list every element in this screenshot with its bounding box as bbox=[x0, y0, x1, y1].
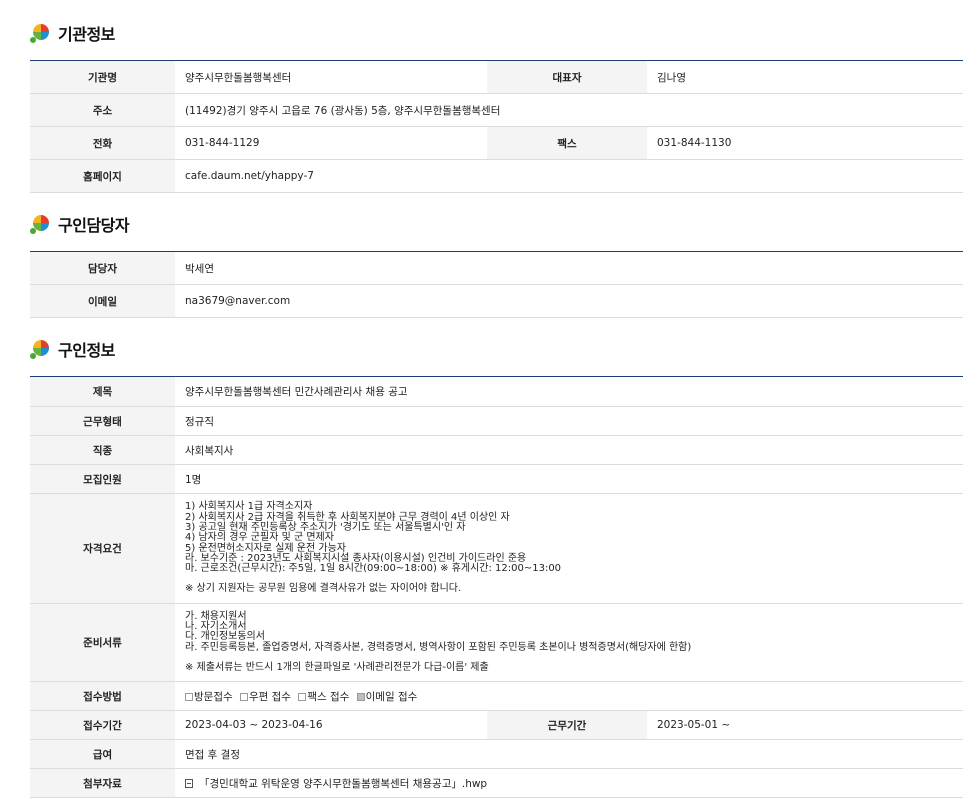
job-qual-label: 자격요건 bbox=[30, 493, 175, 604]
job-count-label: 모집인원 bbox=[30, 464, 175, 494]
checkbox-icon bbox=[298, 692, 307, 701]
table-row: 제목 양주시무한돌봄행복센터 민간사례관리사 채용 공고 bbox=[30, 376, 963, 407]
table-row: 모집인원 1명 bbox=[30, 464, 963, 494]
org-table: 기관명 양주시무한돌봄행복센터 대표자 김나영 주소 (11492)경기 양주시… bbox=[30, 60, 963, 193]
job-period-label: 접수기간 bbox=[30, 710, 175, 740]
method-visit: 방문접수 bbox=[185, 691, 233, 703]
contact-person: 박세연 bbox=[175, 251, 963, 285]
org-name-label: 기관명 bbox=[30, 60, 175, 94]
table-row: 기관명 양주시무한돌봄행복센터 대표자 김나영 bbox=[30, 60, 963, 94]
org-fax-label: 팩스 bbox=[487, 126, 647, 160]
org-addr-label: 주소 bbox=[30, 93, 175, 127]
job-title: 양주시무한돌봄행복센터 민간사례관리사 채용 공고 bbox=[175, 376, 963, 407]
table-row: 주소 (11492)경기 양주시 고읍로 76 (광사동) 5층, 양주시무한돌… bbox=[30, 93, 963, 127]
qual-line: 4) 남자의 경우 군필자 및 군 면제자 bbox=[185, 532, 334, 544]
job-methods: 방문접수 우편 접수 팩스 접수 이메일 접수 bbox=[175, 681, 963, 711]
method-label: 팩스 접수 bbox=[307, 690, 350, 703]
method-label: 우편 접수 bbox=[248, 690, 291, 703]
job-type-label: 근무형태 bbox=[30, 406, 175, 436]
job-occupation-label: 직종 bbox=[30, 435, 175, 465]
contact-email: na3679@naver.com bbox=[175, 284, 963, 318]
bullet-logo-icon bbox=[30, 22, 52, 44]
table-row: 접수기간 2023-04-03 ~ 2023-04-16 근무기간 2023-0… bbox=[30, 710, 963, 740]
job-period: 2023-04-03 ~ 2023-04-16 bbox=[175, 710, 487, 740]
table-row: 자격요건 1) 사회복지사 1급 자격소지자 2) 사회복지사 2급 자격을 취… bbox=[30, 493, 963, 604]
job-table: 제목 양주시무한돌봄행복센터 민간사례관리사 채용 공고 근무형태 정규직 직종… bbox=[30, 376, 963, 798]
docs-line: 가. 채용지원서 bbox=[185, 610, 247, 622]
job-work-period: 2023-05-01 ~ bbox=[647, 710, 963, 740]
table-row: 직종 사회복지사 bbox=[30, 435, 963, 465]
qual-line: 마. 근로조건(근무시간): 주5일, 1일 8시간(09:00~18:00) … bbox=[185, 563, 562, 575]
job-salary: 면접 후 결정 bbox=[175, 739, 963, 769]
job-docs: 가. 채용지원서 나. 자기소개서 다. 개인정보동의서 라. 주민등록등본, … bbox=[175, 603, 963, 682]
org-fax: 031-844-1130 bbox=[647, 126, 963, 160]
job-method-label: 접수방법 bbox=[30, 681, 175, 711]
job-count: 1명 bbox=[175, 464, 963, 494]
contact-person-label: 담당자 bbox=[30, 251, 175, 285]
table-row: 근무형태 정규직 bbox=[30, 406, 963, 436]
org-tel: 031-844-1129 bbox=[175, 126, 487, 160]
job-salary-label: 급여 bbox=[30, 739, 175, 769]
file-icon bbox=[185, 778, 193, 788]
checkbox-icon bbox=[185, 692, 193, 701]
job-type: 정규직 bbox=[175, 406, 963, 436]
job-docs-label: 준비서류 bbox=[30, 603, 175, 682]
docs-line: 라. 주민등록등본, 졸업증명서, 자격증사본, 경력증명서, 병역사항이 포함… bbox=[185, 641, 692, 653]
table-row: 홈페이지 cafe.daum.net/yhappy-7 bbox=[30, 159, 963, 193]
docs-line: 나. 자기소개서 bbox=[185, 621, 247, 633]
section-title-org: 기관정보 bbox=[58, 25, 115, 44]
job-occupation: 사회복지사 bbox=[175, 435, 963, 465]
page: 기관정보 기관명 양주시무한돌봄행복센터 대표자 김나영 주소 (11492)경… bbox=[0, 18, 977, 798]
org-rep: 김나영 bbox=[647, 60, 963, 94]
section-header-org: 기관정보 bbox=[30, 18, 963, 48]
qual-note: ※ 상기 지원자는 공무원 임용에 결격사유가 없는 자이어야 합니다. bbox=[185, 583, 462, 595]
table-row: 급여 면접 후 결정 bbox=[30, 739, 963, 769]
job-attach-label: 첨부자료 bbox=[30, 768, 175, 798]
job-work-period-label: 근무기간 bbox=[487, 710, 647, 740]
org-name: 양주시무한돌봄행복센터 bbox=[175, 60, 487, 94]
method-email: 이메일 접수 bbox=[356, 690, 418, 703]
contact-table: 담당자 박세연 이메일 na3679@naver.com bbox=[30, 251, 963, 318]
table-row: 첨부자료 「경민대학교 위탁운영 양주시무한돌봄행복센터 채용공고」.hwp bbox=[30, 768, 963, 798]
job-attach: 「경민대학교 위탁운영 양주시무한돌봄행복센터 채용공고」.hwp bbox=[175, 768, 963, 798]
org-home-label: 홈페이지 bbox=[30, 159, 175, 193]
checkbox-checked-icon bbox=[356, 692, 365, 701]
org-addr: (11492)경기 양주시 고읍로 76 (광사동) 5층, 양주시무한돌봄행복… bbox=[175, 93, 963, 127]
table-row: 준비서류 가. 채용지원서 나. 자기소개서 다. 개인정보동의서 라. 주민등… bbox=[30, 603, 963, 682]
method-fax: 팩스 접수 bbox=[298, 691, 349, 703]
table-row: 전화 031-844-1129 팩스 031-844-1130 bbox=[30, 126, 963, 160]
section-header-job: 구인정보 bbox=[30, 334, 963, 364]
section-title-contact: 구인담당자 bbox=[58, 216, 130, 235]
org-homepage-link[interactable]: cafe.daum.net/yhappy-7 bbox=[175, 159, 963, 193]
method-label: 방문접수 bbox=[194, 690, 233, 703]
job-title-label: 제목 bbox=[30, 376, 175, 407]
contact-email-label: 이메일 bbox=[30, 284, 175, 318]
bullet-logo-icon bbox=[30, 213, 52, 235]
job-qual: 1) 사회복지사 1급 자격소지자 2) 사회복지사 2급 자격을 취득한 후 … bbox=[175, 493, 963, 604]
table-row: 접수방법 방문접수 우편 접수 팩스 접수 이메일 접수 bbox=[30, 681, 963, 711]
section-title-job: 구인정보 bbox=[58, 341, 115, 360]
org-rep-label: 대표자 bbox=[487, 60, 647, 94]
method-label: 이메일 접수 bbox=[365, 690, 418, 703]
docs-note: ※ 제출서류는 반드시 1개의 한글파일로 '사례관리전문가 다급-이름' 제출 bbox=[185, 661, 489, 673]
table-row: 이메일 na3679@naver.com bbox=[30, 284, 963, 318]
checkbox-icon bbox=[239, 692, 248, 701]
method-post: 우편 접수 bbox=[239, 690, 291, 703]
section-header-contact: 구인담당자 bbox=[30, 209, 963, 239]
org-tel-label: 전화 bbox=[30, 126, 175, 160]
bullet-logo-icon bbox=[30, 338, 52, 360]
attachment-link[interactable]: 「경민대학교 위탁운영 양주시무한돌봄행복센터 채용공고」.hwp bbox=[199, 778, 487, 790]
table-row: 담당자 박세연 bbox=[30, 251, 963, 285]
